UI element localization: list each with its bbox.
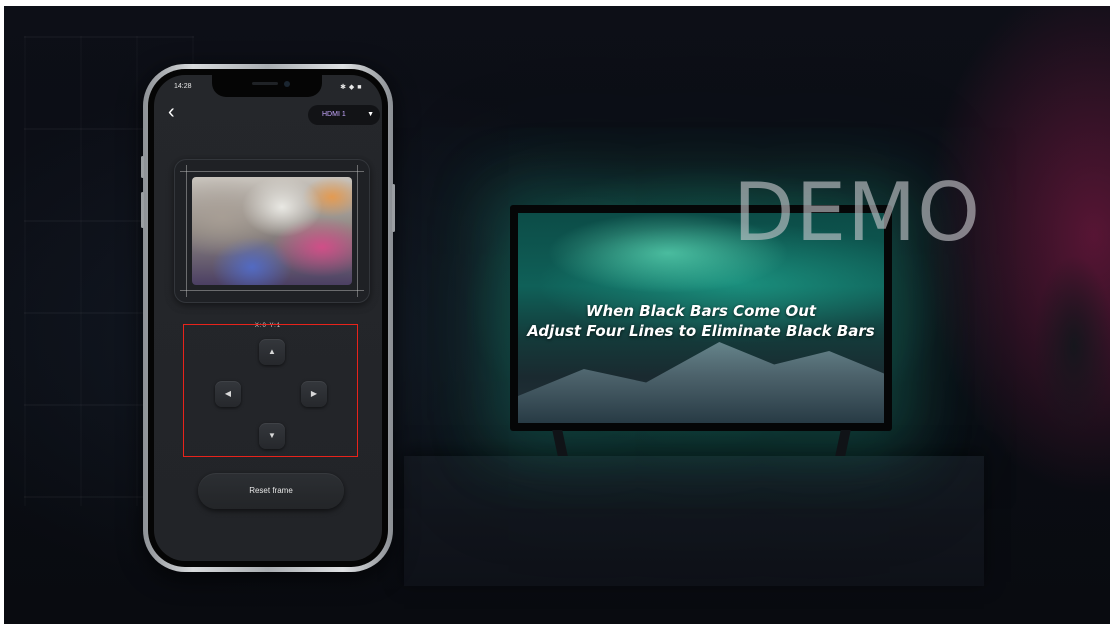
status-icons: ✱ ◆ ■ bbox=[340, 84, 362, 91]
reset-frame-button[interactable]: Reset frame bbox=[198, 473, 344, 509]
status-time: 14:28 bbox=[174, 83, 192, 90]
frame-preview bbox=[174, 159, 370, 303]
phone-volume-button bbox=[141, 192, 144, 228]
aurora-mountain-image bbox=[518, 342, 884, 423]
front-camera bbox=[284, 81, 290, 87]
phone-side-button bbox=[141, 156, 144, 178]
tv-caption-line2: Adjust Four Lines to Eliminate Black Bar… bbox=[527, 322, 875, 340]
phone: 14:28 ✱ ◆ ■ ‹ HDMI 1 ▼ X:0 Y:1 ▲ ◀ ▶ ▼ R… bbox=[141, 64, 395, 572]
background-plant bbox=[1034, 256, 1110, 516]
phone-bezel: 14:28 ✱ ◆ ■ ‹ HDMI 1 ▼ X:0 Y:1 ▲ ◀ ▶ ▼ R… bbox=[148, 69, 388, 567]
phone-screen: 14:28 ✱ ◆ ■ ‹ HDMI 1 ▼ X:0 Y:1 ▲ ◀ ▶ ▼ R… bbox=[154, 75, 382, 561]
speaker-grille bbox=[252, 82, 278, 85]
guide-line-top[interactable] bbox=[180, 171, 364, 172]
tv-caption: When Black Bars Come Out Adjust Four Lin… bbox=[518, 301, 884, 341]
phone-power-button bbox=[392, 184, 395, 232]
back-button[interactable]: ‹ bbox=[168, 101, 190, 123]
caret-down-icon: ▼ bbox=[367, 111, 374, 118]
phone-notch bbox=[212, 75, 322, 97]
guide-line-left[interactable] bbox=[186, 165, 187, 297]
guide-line-right[interactable] bbox=[357, 165, 358, 297]
source-select-value: HDMI 1 bbox=[322, 111, 346, 118]
chevron-left-icon: ‹ bbox=[168, 101, 175, 123]
tv-cabinet bbox=[404, 456, 984, 586]
guide-line-bottom[interactable] bbox=[180, 290, 364, 291]
highlight-box bbox=[183, 324, 358, 457]
tv-caption-line1: When Black Bars Come Out bbox=[585, 302, 817, 320]
source-select[interactable]: HDMI 1 ▼ bbox=[308, 105, 380, 125]
preview-image bbox=[192, 177, 352, 285]
demo-watermark: DEMO bbox=[733, 166, 982, 259]
